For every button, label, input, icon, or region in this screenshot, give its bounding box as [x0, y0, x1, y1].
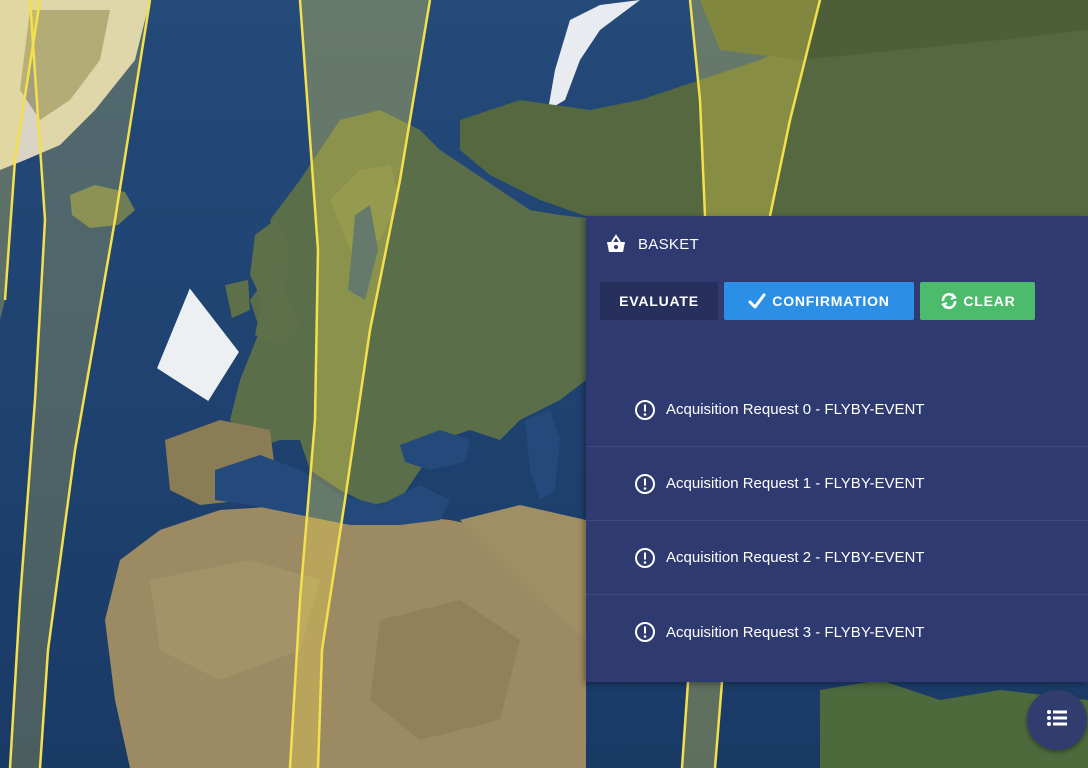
info-icon[interactable] [634, 399, 656, 421]
info-icon[interactable] [634, 473, 656, 495]
list-item[interactable]: Acquisition Request 0 - FLYBY-EVENT [586, 373, 1088, 447]
basket-panel: BASKET EVALUATE CONFIRMATION CLEAR Acqui… [586, 216, 1088, 682]
request-label: Acquisition Request 3 - FLYBY-EVENT [666, 623, 925, 641]
list-item[interactable]: Acquisition Request 1 - FLYBY-EVENT [586, 447, 1088, 521]
basket-title: BASKET [638, 235, 699, 253]
list-icon [1046, 708, 1068, 733]
info-icon[interactable] [634, 621, 656, 643]
clear-button[interactable]: CLEAR [920, 282, 1035, 320]
confirmation-button-label: CONFIRMATION [772, 293, 890, 309]
list-item[interactable]: Acquisition Request 2 - FLYBY-EVENT [586, 521, 1088, 595]
basket-icon [604, 232, 628, 256]
acquisition-request-list: Acquisition Request 0 - FLYBY-EVENT Acqu… [586, 373, 1088, 669]
request-label: Acquisition Request 1 - FLYBY-EVENT [666, 475, 925, 492]
confirmation-button[interactable]: CONFIRMATION [724, 282, 914, 320]
evaluate-button[interactable]: EVALUATE [600, 282, 718, 320]
refresh-icon [939, 292, 958, 310]
checkmark-icon [748, 292, 766, 310]
evaluate-button-label: EVALUATE [619, 293, 699, 309]
basket-header: BASKET [604, 232, 699, 256]
request-label: Acquisition Request 2 - FLYBY-EVENT [666, 549, 925, 566]
info-icon[interactable] [634, 547, 656, 569]
list-item[interactable]: Acquisition Request 3 - FLYBY-EVENT [586, 595, 1088, 669]
list-toggle-button[interactable] [1027, 690, 1087, 750]
basket-actions: EVALUATE CONFIRMATION CLEAR [600, 282, 1035, 320]
clear-button-label: CLEAR [963, 293, 1016, 309]
request-label: Acquisition Request 0 - FLYBY-EVENT [666, 401, 925, 418]
